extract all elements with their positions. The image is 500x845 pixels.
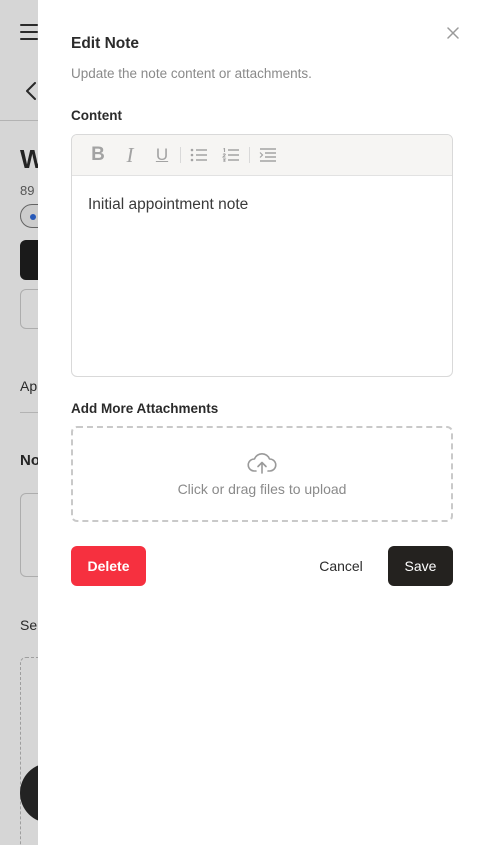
editor-content[interactable]: Initial appointment note [72,176,452,376]
delete-button[interactable]: Delete [71,546,146,586]
numbered-list-icon [222,148,239,162]
close-button[interactable] [442,22,464,44]
bold-button[interactable]: B [82,140,114,170]
content-label: Content [71,108,122,123]
edit-note-drawer: Edit Note Update the note content or att… [38,0,500,845]
file-upload-dropzone[interactable]: Click or drag files to upload [71,426,453,522]
bold-icon: B [91,144,105,165]
cancel-button[interactable]: Cancel [308,546,374,586]
indent-button[interactable] [252,140,284,170]
rich-text-editor: B I U Initial appointment note [71,134,453,377]
drawer-description: Update the note content or attachments. [71,66,312,81]
numbered-list-button[interactable] [215,140,247,170]
indent-icon [259,148,276,162]
underline-button[interactable]: U [146,140,178,170]
toolbar-separator [180,147,181,163]
underline-icon: U [155,145,169,164]
bullet-list-icon [190,148,207,162]
cloud-upload-icon [247,453,277,474]
toolbar-separator [249,147,250,163]
upload-instructions: Click or drag files to upload [177,481,347,497]
attachments-label: Add More Attachments [71,401,219,416]
bullet-list-button[interactable] [183,140,215,170]
close-icon [447,27,459,39]
save-button[interactable]: Save [388,546,453,586]
editor-toolbar: B I U [72,135,452,176]
italic-button[interactable]: I [114,140,146,170]
italic-icon: I [126,142,134,167]
drawer-title: Edit Note [71,35,140,52]
